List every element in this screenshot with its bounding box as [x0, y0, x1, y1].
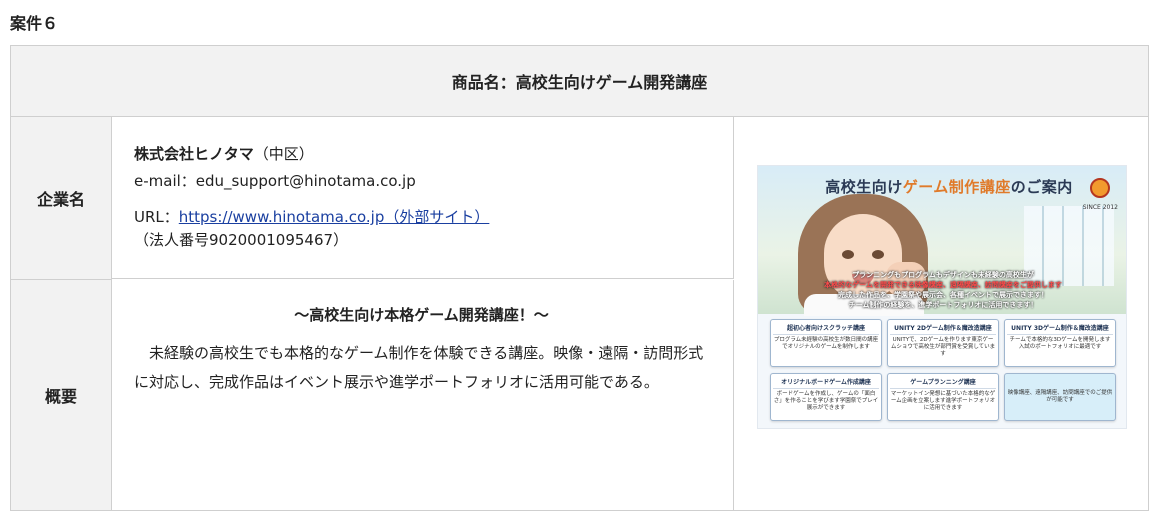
course-card-desc: UNITYで、2Dゲームを作ります東京ゲームショウで高校生が部門賞を受賞していま…: [890, 337, 996, 357]
course-card: UNITY 3Dゲーム制作＆魔改造講座 チームで本格的な3Dゲームを開発します入試…: [1004, 319, 1116, 367]
summary-content: ～高校生向け本格ゲーム開発講座！～ 未経験の高校生でも本格的なゲーム制作を体験で…: [112, 280, 734, 510]
flyer-title-pre: 高校生向け: [825, 178, 903, 196]
course-card: ゲームプランニング講座マーケットイン発想に基づいた本格的なゲーム企画を立案します…: [887, 373, 999, 421]
flyer-title: 高校生向けゲーム制作講座のご案内: [814, 176, 1084, 197]
course-card-title: ゲームプランニング講座: [890, 377, 996, 389]
company-name: 株式会社ヒノタマ（中区）: [134, 141, 733, 168]
case-title: 案件６: [10, 14, 59, 33]
flyer-caption: プランニングもプログラムもデザインも未経験の高校生が 本格的なゲームを開発できる…: [818, 270, 1068, 310]
case-table: 商品名：高校生向けゲーム開発講座 企業名 株式会社ヒノタマ（中区） e-mail…: [10, 45, 1149, 511]
course-flyer-image: 高校生向けゲーム制作講座のご案内 SINCE 2012 プランニングもプログラム…: [757, 165, 1127, 429]
course-card-desc: チームで本格的な3Dゲームを開発します入試のポートフォリオに最適です: [1009, 337, 1111, 350]
course-card-desc: マーケットイン発想に基づいた本格的なゲーム企画を立案します進学ポートフォリオに活…: [890, 391, 996, 411]
hinotama-logo-icon: [1090, 178, 1110, 198]
summary-heading: ～高校生向け本格ゲーム開発講座！～: [294, 306, 549, 324]
company-info: 株式会社ヒノタマ（中区） e-mail：edu_support@hinotama…: [112, 117, 734, 279]
company-url-link[interactable]: https://www.hinotama.co.jp（外部サイト）: [179, 208, 490, 226]
course-card-title: 超初心者向けスクラッチ講座: [773, 323, 879, 335]
course-card-delivery: 映像講座、遠隔講座、訪問講座でのご提供が可能です: [1004, 373, 1116, 421]
course-card-title: オリジナルボードゲーム作成講座: [773, 377, 879, 389]
course-card-title: UNITY 3Dゲーム制作＆魔改造講座: [1007, 323, 1113, 335]
course-card: オリジナルボードゲーム作成講座ボードゲームを作成し、ゲームの「面白さ」を作ること…: [770, 373, 882, 421]
course-cards: 超初心者向けスクラッチ講座 プログラム未経験の高校生が数日間の講座でオリジナルのゲ…: [770, 319, 1116, 425]
course-card-title: UNITY 2Dゲーム制作＆魔改造講座: [890, 323, 996, 335]
company-label: 企業名: [11, 117, 112, 280]
corporate-number: （法人番号9020001095467）: [134, 231, 349, 249]
course-card-desc: プログラム未経験の高校生が数日間の講座でオリジナルのゲームを制作します: [773, 337, 879, 350]
flyer-caption-line: 本格的なゲームを開発できる映像講座、遠隔講座、訪問講座をご提供します: [824, 281, 1062, 289]
product-name-header: 商品名：高校生向けゲーム開発講座: [11, 46, 1148, 117]
flyer-caption-line: 完成した作品を、学園祭や展示会、各種イベントで展示できます！: [838, 291, 1048, 299]
course-card-desc: 映像講座、遠隔講座、訪問講座でのご提供が可能です: [1007, 390, 1113, 403]
company-url-line: URL：https://www.hinotama.co.jp（外部サイト）: [134, 206, 733, 229]
company-area: （中区）: [253, 145, 314, 163]
flyer-title-accent: ゲーム制作講座: [902, 178, 1011, 196]
summary-body: 未経験の高校生でも本格的なゲーム制作を体験できる講座。映像・遠隔・訪問形式に対応…: [134, 344, 704, 391]
flyer-title-post: のご案内: [1010, 178, 1073, 196]
flyer-caption-line: チーム制作の経験を、進学ポートフォリオに活用できます！: [848, 301, 1038, 309]
course-card-desc: ボードゲームを作成し、ゲームの「面白さ」を作ることを学びます学園祭でプレイ展示が…: [773, 391, 879, 411]
flyer-caption-line: プランニングもプログラムもデザインも未経験の高校生が: [852, 271, 1034, 279]
company-email: e-mail：edu_support@hinotama.co.jp: [134, 172, 416, 190]
eye-graphic: [872, 250, 884, 259]
eye-graphic: [842, 250, 854, 259]
course-card: UNITY 2Dゲーム制作＆魔改造講座 UNITYで、2Dゲームを作ります東京ゲー…: [887, 319, 999, 367]
summary-label: 概要: [11, 280, 112, 510]
company-name-text: 株式会社ヒノタマ: [134, 145, 254, 163]
course-card: 超初心者向けスクラッチ講座 プログラム未経験の高校生が数日間の講座でオリジナルのゲ…: [770, 319, 882, 367]
image-cell: 高校生向けゲーム制作講座のご案内 SINCE 2012 プランニングもプログラム…: [735, 117, 1148, 510]
url-prefix: URL：: [134, 208, 179, 226]
flyer-since: SINCE 2012: [1082, 204, 1118, 211]
